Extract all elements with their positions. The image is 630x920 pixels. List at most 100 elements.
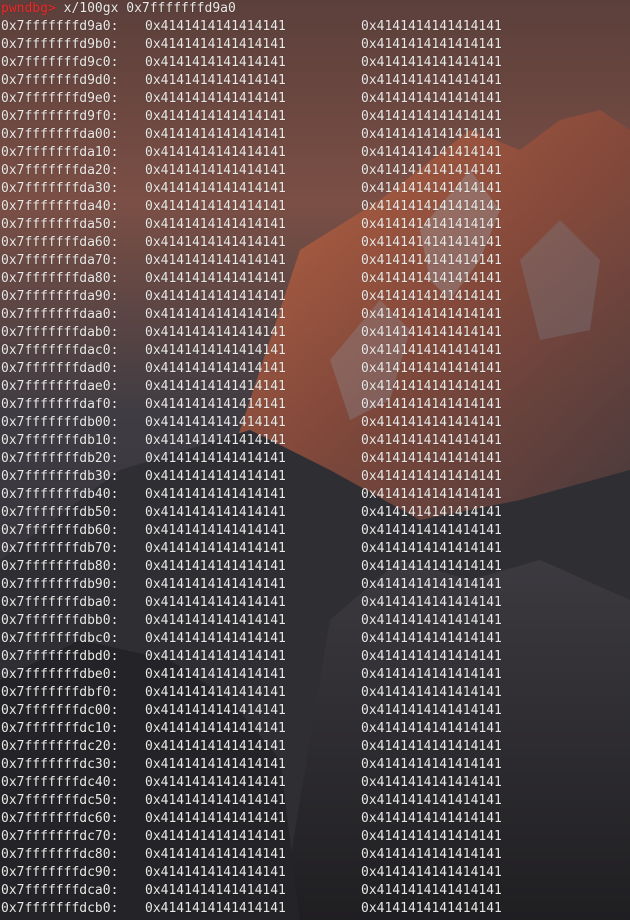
memory-value: 0x4141414141414141: [361, 739, 502, 754]
memory-value: 0x4141414141414141: [145, 307, 286, 322]
memory-value: 0x4141414141414141: [361, 865, 502, 880]
memory-row: 0x7fffffffdad0: 0x4141414141414141 0x41414…: [0, 360, 630, 378]
memory-row: 0x7fffffffdaf0: 0x4141414141414141 0x41414…: [0, 396, 630, 414]
memory-address: 0x7fffffffdb60:: [1, 523, 119, 538]
memory-address: 0x7fffffffdba0:: [1, 595, 119, 610]
memory-address: 0x7fffffffdae0:: [1, 379, 119, 394]
memory-row: 0x7fffffffdab0: 0x4141414141414141 0x41414…: [0, 324, 630, 342]
memory-value: 0x4141414141414141: [145, 91, 286, 106]
memory-row: 0x7fffffffdb60: 0x4141414141414141 0x41414…: [0, 522, 630, 540]
memory-value: 0x4141414141414141: [145, 793, 286, 808]
memory-row: 0x7fffffffdc00: 0x4141414141414141 0x41414…: [0, 702, 630, 720]
memory-row: 0x7fffffffdb50: 0x4141414141414141 0x41414…: [0, 504, 630, 522]
memory-value: 0x4141414141414141: [361, 145, 502, 160]
memory-value: 0x4141414141414141: [145, 667, 286, 682]
memory-address: 0x7fffffffdb00:: [1, 415, 119, 430]
memory-row: 0x7fffffffda80: 0x4141414141414141 0x41414…: [0, 270, 630, 288]
memory-value: 0x4141414141414141: [361, 559, 502, 574]
memory-value: 0x4141414141414141: [361, 721, 502, 736]
memory-row: 0x7fffffffdbb0: 0x4141414141414141 0x41414…: [0, 612, 630, 630]
memory-row: 0x7fffffffdb80: 0x4141414141414141 0x41414…: [0, 558, 630, 576]
memory-row: 0x7fffffffdc10: 0x4141414141414141 0x41414…: [0, 720, 630, 738]
memory-address: 0x7fffffffdb10:: [1, 433, 119, 448]
memory-value: 0x4141414141414141: [145, 415, 286, 430]
memory-address: 0x7fffffffda70:: [1, 253, 119, 268]
memory-address: 0x7fffffffdc60:: [1, 811, 119, 826]
memory-value: 0x4141414141414141: [361, 253, 502, 268]
memory-value: 0x4141414141414141: [145, 865, 286, 880]
memory-row: 0x7fffffffdb40: 0x4141414141414141 0x41414…: [0, 486, 630, 504]
memory-address: 0x7fffffffdb50:: [1, 505, 119, 520]
memory-value: 0x4141414141414141: [361, 379, 502, 394]
memory-address: 0x7fffffffdc70:: [1, 829, 119, 844]
memory-address: 0x7fffffffdc20:: [1, 739, 119, 754]
memory-row: 0x7fffffffdc20: 0x4141414141414141 0x41414…: [0, 738, 630, 756]
memory-address: 0x7fffffffdca0:: [1, 883, 119, 898]
memory-row: 0x7fffffffdb10: 0x4141414141414141 0x41414…: [0, 432, 630, 450]
memory-address: 0x7fffffffdb40:: [1, 487, 119, 502]
memory-value: 0x4141414141414141: [145, 901, 286, 916]
memory-value: 0x4141414141414141: [145, 613, 286, 628]
memory-address: 0x7fffffffd9c0:: [1, 55, 119, 70]
memory-value: 0x4141414141414141: [145, 883, 286, 898]
memory-value: 0x4141414141414141: [145, 271, 286, 286]
memory-row: 0x7fffffffdc50: 0x4141414141414141 0x41414…: [0, 792, 630, 810]
memory-row: 0x7fffffffdc60: 0x4141414141414141 0x41414…: [0, 810, 630, 828]
memory-row: 0x7fffffffda30: 0x4141414141414141 0x41414…: [0, 180, 630, 198]
memory-row: 0x7fffffffdcb0: 0x4141414141414141 0x41414…: [0, 900, 630, 918]
memory-address: 0x7fffffffd9d0:: [1, 73, 119, 88]
memory-value: 0x4141414141414141: [145, 379, 286, 394]
memory-row: 0x7fffffffd9f0: 0x4141414141414141 0x41414…: [0, 108, 630, 126]
memory-value: 0x4141414141414141: [145, 73, 286, 88]
memory-value: 0x4141414141414141: [145, 631, 286, 646]
memory-address: 0x7fffffffdc40:: [1, 775, 119, 790]
memory-address: 0x7fffffffdb70:: [1, 541, 119, 556]
memory-row: 0x7fffffffda00: 0x4141414141414141 0x41414…: [0, 126, 630, 144]
terminal-output[interactable]: pwndbg> x/100gx 0x7fffffffd9a0 0x7ffffff…: [0, 0, 630, 920]
memory-address: 0x7fffffffdaf0:: [1, 397, 119, 412]
memory-row: 0x7fffffffdac0: 0x4141414141414141 0x41414…: [0, 342, 630, 360]
memory-address: 0x7fffffffdb90:: [1, 577, 119, 592]
memory-value: 0x4141414141414141: [145, 343, 286, 358]
memory-value: 0x4141414141414141: [361, 307, 502, 322]
memory-value: 0x4141414141414141: [145, 325, 286, 340]
memory-value: 0x4141414141414141: [145, 199, 286, 214]
memory-address: 0x7fffffffdbc0:: [1, 631, 119, 646]
memory-address: 0x7fffffffda90:: [1, 289, 119, 304]
memory-value: 0x4141414141414141: [361, 19, 502, 34]
memory-value: 0x4141414141414141: [145, 829, 286, 844]
memory-row: 0x7fffffffdbd0: 0x4141414141414141 0x41414…: [0, 648, 630, 666]
memory-value: 0x4141414141414141: [361, 397, 502, 412]
memory-address: 0x7fffffffd9b0:: [1, 37, 119, 52]
memory-row: 0x7fffffffd9c0: 0x4141414141414141 0x41414…: [0, 54, 630, 72]
memory-value: 0x4141414141414141: [145, 289, 286, 304]
memory-value: 0x4141414141414141: [145, 811, 286, 826]
memory-row: 0x7fffffffd9a0: 0x4141414141414141 0x41414…: [0, 18, 630, 36]
memory-value: 0x4141414141414141: [145, 127, 286, 142]
memory-value: 0x4141414141414141: [361, 127, 502, 142]
memory-row: 0x7fffffffda10: 0x4141414141414141 0x41414…: [0, 144, 630, 162]
memory-value: 0x4141414141414141: [145, 649, 286, 664]
memory-value: 0x4141414141414141: [145, 847, 286, 862]
memory-value: 0x4141414141414141: [361, 91, 502, 106]
memory-value: 0x4141414141414141: [361, 901, 502, 916]
memory-value: 0x4141414141414141: [361, 325, 502, 340]
memory-value: 0x4141414141414141: [145, 523, 286, 538]
memory-value: 0x4141414141414141: [145, 55, 286, 70]
memory-value: 0x4141414141414141: [361, 199, 502, 214]
memory-value: 0x4141414141414141: [145, 757, 286, 772]
memory-address: 0x7fffffffdab0:: [1, 325, 119, 340]
memory-address: 0x7fffffffdc00:: [1, 703, 119, 718]
memory-value: 0x4141414141414141: [361, 73, 502, 88]
command-prompt-line[interactable]: pwndbg> x/100gx 0x7fffffffd9a0: [0, 0, 630, 18]
memory-address: 0x7fffffffdc10:: [1, 721, 119, 736]
memory-value: 0x4141414141414141: [145, 505, 286, 520]
prompt-label: pwndbg>: [1, 1, 56, 16]
memory-value: 0x4141414141414141: [361, 883, 502, 898]
memory-value: 0x4141414141414141: [145, 739, 286, 754]
memory-dump: 0x7fffffffd9a0: 0x4141414141414141 0x41414…: [0, 18, 630, 918]
memory-address: 0x7fffffffda50:: [1, 217, 119, 232]
memory-value: 0x4141414141414141: [361, 217, 502, 232]
memory-value: 0x4141414141414141: [361, 757, 502, 772]
memory-row: 0x7fffffffdbe0: 0x4141414141414141 0x41414…: [0, 666, 630, 684]
